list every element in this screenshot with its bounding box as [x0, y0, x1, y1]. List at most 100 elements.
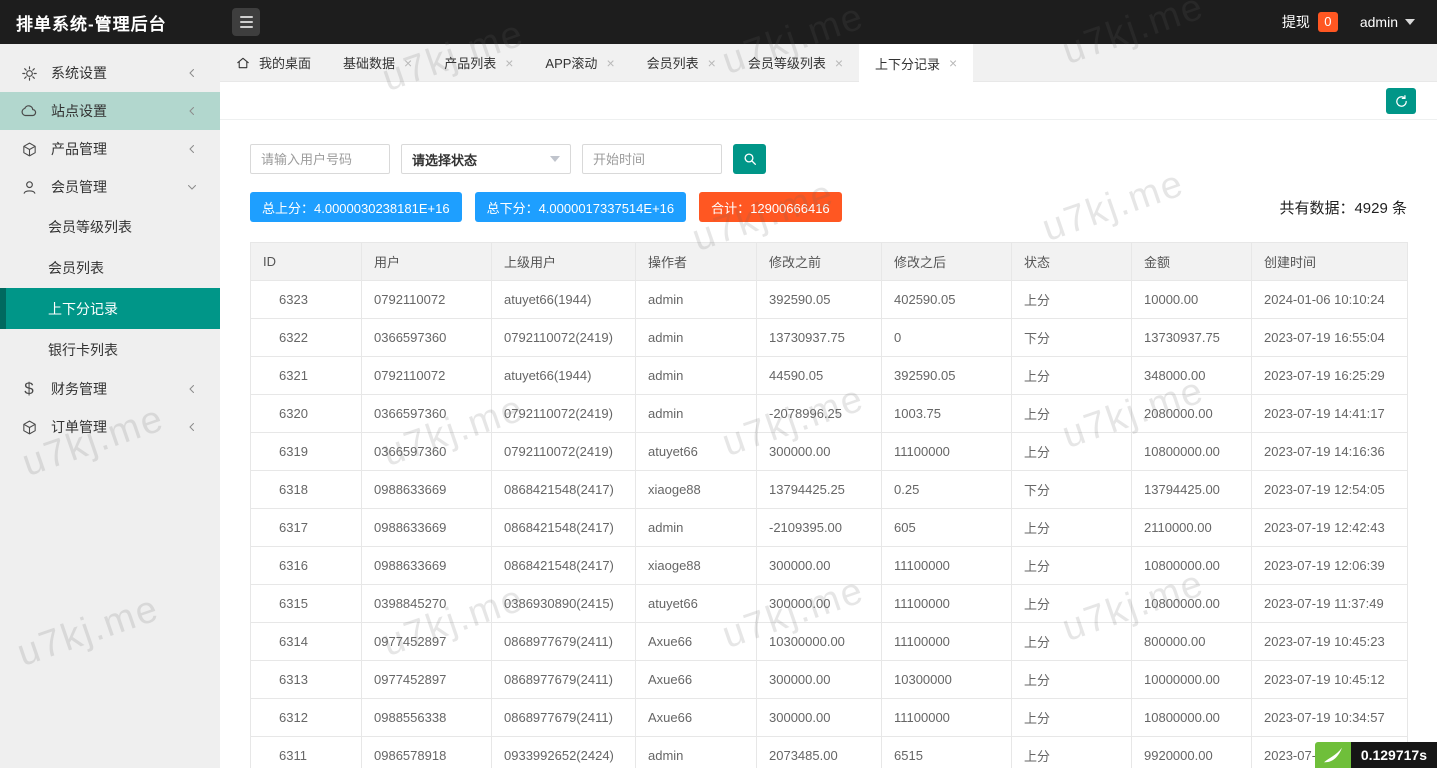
cell-parent-user: 0386930890(2415)	[491, 584, 636, 623]
sidebar-item-system-settings[interactable]: 系统设置	[0, 54, 220, 92]
cell-id: 6323	[250, 280, 362, 319]
trace-icon[interactable]	[1314, 742, 1351, 768]
start-time-input[interactable]	[582, 144, 722, 174]
close-icon[interactable]: ×	[505, 56, 513, 70]
cell-created-at: 2023-07-19 16:25:29	[1251, 356, 1408, 395]
sidebar-item-finance-mgmt[interactable]: $ 财务管理	[0, 370, 220, 408]
menu-label: 上下分记录	[48, 300, 118, 317]
tab-label: 会员列表	[646, 56, 699, 71]
menu-label: 银行卡列表	[48, 341, 118, 358]
status-select[interactable]: 请选择状态	[401, 144, 571, 174]
search-button[interactable]	[733, 144, 766, 174]
sidebar-toggle-button[interactable]	[232, 8, 260, 36]
cell-parent-user: 0792110072(2419)	[491, 318, 636, 357]
sidebar-item-member-level-list[interactable]: 会员等级列表	[0, 206, 220, 247]
cell-created-at: 2023-07-19 12:42:43	[1251, 508, 1408, 547]
menu-label: 会员管理	[51, 179, 107, 195]
user-number-input[interactable]	[250, 144, 390, 174]
cell-amount: 10000.00	[1131, 280, 1252, 319]
close-icon[interactable]: ×	[606, 56, 614, 70]
cell-parent-user: atuyet66(1944)	[491, 356, 636, 395]
cell-id: 6322	[250, 318, 362, 357]
cell-parent-user: 0792110072(2419)	[491, 432, 636, 471]
stats-row: 总上分：4.0000030238181E+16 总下分：4.0000017337…	[250, 192, 1407, 222]
trace-widget: 0.129717s	[1314, 742, 1437, 768]
menu-label: 会员等级列表	[48, 218, 132, 235]
cell-user: 0977452897	[361, 622, 492, 661]
table-row: 6319 0366597360 0792110072(2419) atuyet66 30…	[250, 432, 1408, 471]
menu-label: 财务管理	[51, 381, 107, 397]
tab-member-level-list[interactable]: 会员等级列表 ×	[732, 44, 859, 81]
cell-amount: 348000.00	[1131, 356, 1252, 395]
cell-parent-user: 0868421548(2417)	[491, 508, 636, 547]
col-header-user: 用户	[361, 242, 492, 281]
table-header-row: ID 用户 上级用户 操作者 修改之前 修改之后 状态 金额 创建时间	[250, 242, 1408, 281]
table-row: 6317 0988633669 0868421548(2417) admin -2109…	[250, 508, 1408, 547]
cell-parent-user: 0933992652(2424)	[491, 736, 636, 768]
tab-updown-records[interactable]: 上下分记录 ×	[859, 44, 974, 82]
cell-operator: xiaoge88	[635, 470, 757, 509]
cell-id: 6313	[250, 660, 362, 699]
tab-bar: 我的桌面 基础数据 × 产品列表 × APP滚动 × 会员列表 × 会员等级列表 × 上下分记录 ×	[220, 44, 1437, 82]
cell-user: 0988633669	[361, 508, 492, 547]
cell-status: 下分	[1011, 470, 1132, 509]
user-icon	[20, 178, 38, 196]
cell-operator: admin	[635, 508, 757, 547]
chevron-left-icon	[186, 67, 198, 79]
cell-before-value: -2078996.25	[756, 394, 882, 433]
cell-amount: 13794425.00	[1131, 470, 1252, 509]
cloud-icon	[20, 102, 38, 120]
table-row: 6312 0988556338 0868977679(2411) Axue66 3000…	[250, 698, 1408, 737]
sidebar-item-member-list[interactable]: 会员列表	[0, 247, 220, 288]
total-down-stat[interactable]: 总下分：4.0000017337514E+16	[474, 192, 687, 222]
sidebar-item-updown-records[interactable]: 上下分记录	[0, 288, 220, 329]
cell-before-value: 392590.05	[756, 280, 882, 319]
tab-member-list[interactable]: 会员列表 ×	[631, 44, 732, 81]
cell-user: 0366597360	[361, 394, 492, 433]
close-icon[interactable]: ×	[708, 56, 716, 70]
tab-app-scroll[interactable]: APP滚动 ×	[529, 44, 630, 81]
cell-operator: atuyet66	[635, 432, 757, 471]
sidebar-item-order-mgmt[interactable]: 订单管理	[0, 408, 220, 446]
cell-status: 上分	[1011, 394, 1132, 433]
sidebar-item-member-mgmt[interactable]: 会员管理	[0, 168, 220, 206]
cell-operator: admin	[635, 394, 757, 433]
user-menu[interactable]: admin	[1360, 14, 1415, 30]
col-header-status: 状态	[1011, 242, 1132, 281]
cell-before-value: 300000.00	[756, 432, 882, 471]
main-area: 我的桌面 基础数据 × 产品列表 × APP滚动 × 会员列表 × 会员等级列表 × 上下分记录 × 请…	[220, 44, 1437, 768]
total-up-stat[interactable]: 总上分：4.0000030238181E+16	[250, 192, 462, 222]
cell-user: 0988633669	[361, 470, 492, 509]
tab-basic-data[interactable]: 基础数据 ×	[327, 44, 428, 81]
cell-created-at: 2023-07-19 10:45:23	[1251, 622, 1408, 661]
cell-user: 0792110072	[361, 280, 492, 319]
dollar-icon: $	[24, 379, 34, 398]
toolbar	[220, 82, 1437, 120]
tab-label: 我的桌面	[259, 56, 312, 71]
sidebar-item-product-mgmt[interactable]: 产品管理	[0, 130, 220, 168]
cell-amount: 10800000.00	[1131, 432, 1252, 471]
cell-id: 6319	[250, 432, 362, 471]
username: admin	[1359, 14, 1398, 30]
menu-label: 系统设置	[51, 65, 107, 81]
cell-operator: atuyet66	[635, 584, 757, 623]
sidebar-item-site-settings[interactable]: 站点设置	[0, 92, 220, 130]
chevron-left-icon	[186, 421, 198, 433]
cell-after-value: 0	[881, 318, 1012, 357]
filter-row: 请选择状态	[250, 144, 1407, 174]
table-row: 6314 0977452897 0868977679(2411) Axue66 1030…	[250, 622, 1408, 661]
tab-my-desktop[interactable]: 我的桌面	[220, 44, 327, 81]
menu-label: 站点设置	[51, 103, 107, 119]
sidebar-item-bank-card-list[interactable]: 银行卡列表	[0, 329, 220, 370]
tab-product-list[interactable]: 产品列表 ×	[428, 44, 529, 81]
total-sum-stat[interactable]: 合计：12900666416	[699, 192, 842, 222]
cell-operator: admin	[635, 736, 757, 768]
cell-after-value: 11100000	[881, 698, 1012, 737]
refresh-button[interactable]	[1386, 88, 1416, 114]
close-icon[interactable]: ×	[835, 56, 843, 70]
close-icon[interactable]: ×	[949, 56, 957, 70]
cell-id: 6314	[250, 622, 362, 661]
close-icon[interactable]: ×	[404, 56, 412, 70]
withdraw-link[interactable]: 提现 0	[1282, 12, 1338, 32]
cell-id: 6320	[250, 394, 362, 433]
